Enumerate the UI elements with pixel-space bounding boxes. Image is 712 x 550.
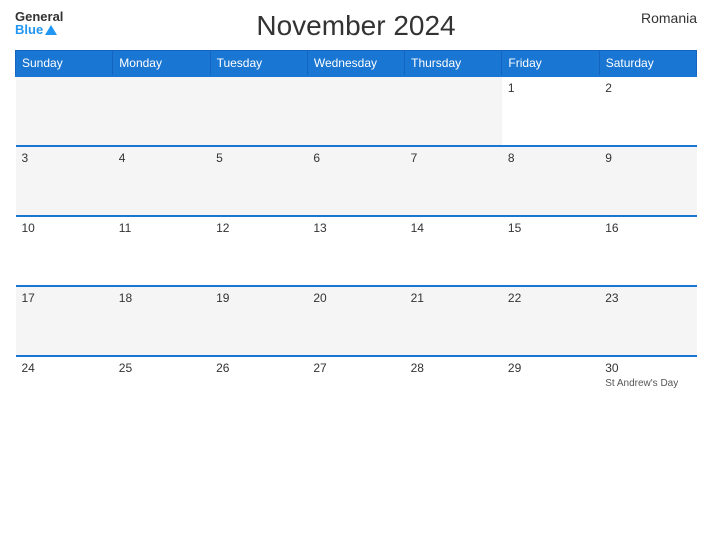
day-cell-20: 20 [307, 286, 404, 356]
day-cell-9: 9 [599, 146, 696, 216]
day-cell-3: 3 [16, 146, 113, 216]
day-cell-19: 19 [210, 286, 307, 356]
day-cell-30: 30 St Andrew's Day [599, 356, 696, 426]
logo-triangle-icon [45, 25, 57, 35]
day-cell-2: 2 [599, 76, 696, 146]
logo-blue-text: Blue [15, 23, 43, 36]
week-row-1: 1 2 [16, 76, 697, 146]
day-cell-28: 28 [405, 356, 502, 426]
day-cell-14: 14 [405, 216, 502, 286]
calendar-header: General Blue November 2024 Romania [15, 10, 697, 42]
day-cell-16: 16 [599, 216, 696, 286]
day-cell-10: 10 [16, 216, 113, 286]
week-row-5: 24 25 26 27 28 29 30 St Andrew's Day [16, 356, 697, 426]
day-cell-6: 6 [307, 146, 404, 216]
header-wednesday: Wednesday [307, 51, 404, 77]
day-cell-11: 11 [113, 216, 210, 286]
week-row-3: 10 11 12 13 14 15 16 [16, 216, 697, 286]
day-cell-8: 8 [502, 146, 599, 216]
header-monday: Monday [113, 51, 210, 77]
day-cell [307, 76, 404, 146]
day-cell-25: 25 [113, 356, 210, 426]
country-label: Romania [641, 10, 697, 26]
header-sunday: Sunday [16, 51, 113, 77]
day-cell-22: 22 [502, 286, 599, 356]
days-header-row: Sunday Monday Tuesday Wednesday Thursday… [16, 51, 697, 77]
week-row-4: 17 18 19 20 21 22 23 [16, 286, 697, 356]
day-cell-27: 27 [307, 356, 404, 426]
day-cell-7: 7 [405, 146, 502, 216]
day-cell [113, 76, 210, 146]
week-row-2: 3 4 5 6 7 8 9 [16, 146, 697, 216]
day-cell-13: 13 [307, 216, 404, 286]
day-cell-5: 5 [210, 146, 307, 216]
calendar-container: General Blue November 2024 Romania Sunda… [0, 0, 712, 550]
day-cell-23: 23 [599, 286, 696, 356]
header-tuesday: Tuesday [210, 51, 307, 77]
day-cell [210, 76, 307, 146]
day-cell-1: 1 [502, 76, 599, 146]
header-friday: Friday [502, 51, 599, 77]
header-thursday: Thursday [405, 51, 502, 77]
day-cell-4: 4 [113, 146, 210, 216]
day-cell [16, 76, 113, 146]
holiday-label: St Andrew's Day [605, 378, 678, 389]
logo: General Blue [15, 10, 63, 36]
day-cell-24: 24 [16, 356, 113, 426]
calendar-title: November 2024 [256, 10, 455, 42]
day-cell [405, 76, 502, 146]
day-cell-26: 26 [210, 356, 307, 426]
day-cell-29: 29 [502, 356, 599, 426]
day-cell-17: 17 [16, 286, 113, 356]
day-cell-21: 21 [405, 286, 502, 356]
calendar-table: Sunday Monday Tuesday Wednesday Thursday… [15, 50, 697, 426]
day-cell-15: 15 [502, 216, 599, 286]
day-cell-18: 18 [113, 286, 210, 356]
header-saturday: Saturday [599, 51, 696, 77]
day-cell-12: 12 [210, 216, 307, 286]
